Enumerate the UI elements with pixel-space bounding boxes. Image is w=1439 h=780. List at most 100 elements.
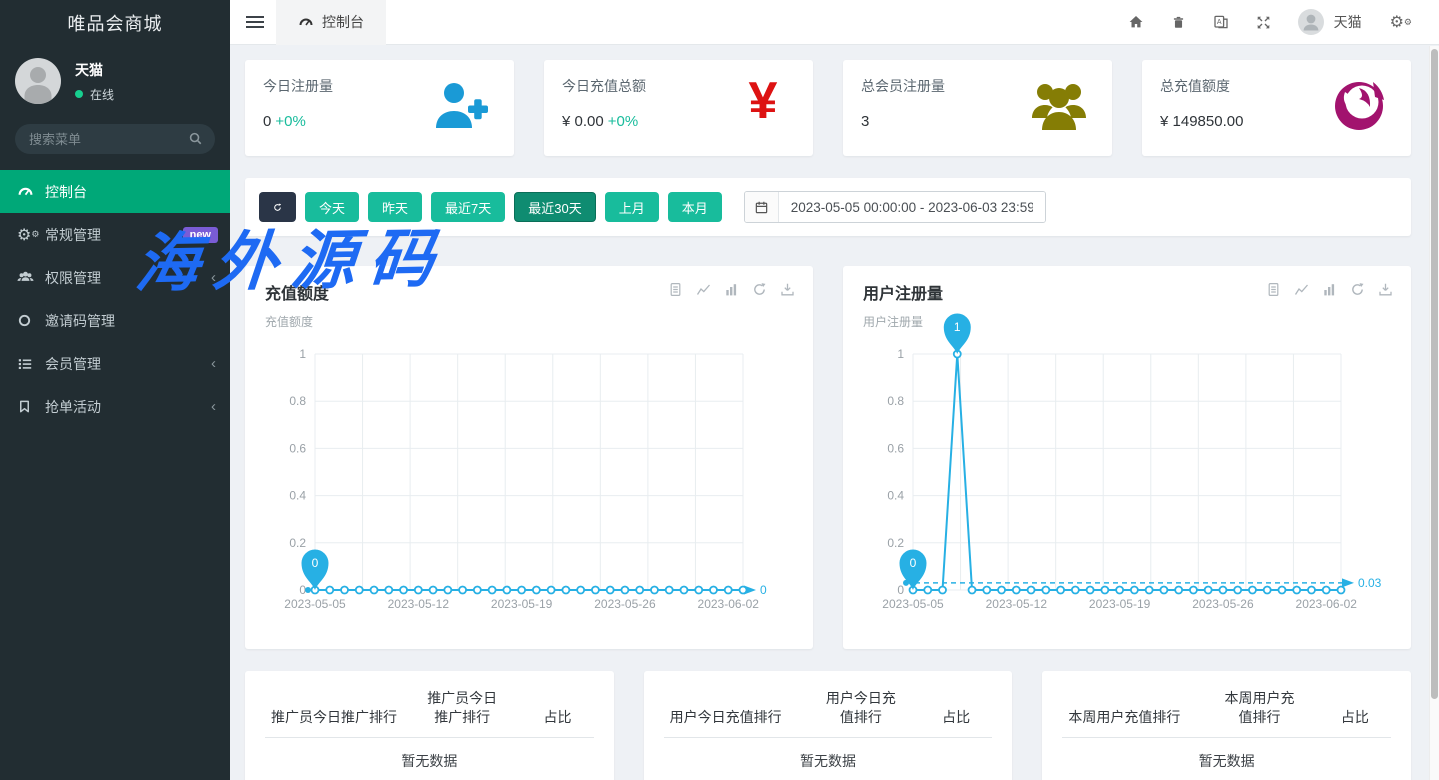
- topbar-user-name: 天猫: [1334, 12, 1362, 32]
- brand-title: 唯品会商城: [0, 0, 230, 48]
- user-plus-icon: [432, 80, 490, 132]
- fullscreen-icon[interactable]: [1256, 15, 1271, 30]
- table-user-recharge-week: 本周用户充值排行 本周用户充值排行 占比 暂无数据: [1042, 671, 1411, 780]
- trash-icon[interactable]: [1171, 15, 1186, 30]
- search-input[interactable]: [15, 124, 215, 154]
- search-icon[interactable]: [188, 131, 203, 146]
- table-user-recharge-today: 用户今日充值排行 用户今日充值排行 占比 暂无数据: [644, 671, 1013, 780]
- calendar-icon[interactable]: [745, 192, 779, 222]
- filter-last7-button[interactable]: 最近7天: [431, 192, 505, 222]
- data-view-icon[interactable]: [1266, 282, 1281, 297]
- sidebar-item-label: 会员管理: [45, 354, 101, 374]
- restore-icon[interactable]: [752, 282, 767, 297]
- charts-row: 充值额度 充值额度 00.20.40.60.812023-05-052023-0…: [245, 266, 1411, 649]
- svg-text:2023-05-12: 2023-05-12: [388, 597, 450, 611]
- svg-text:0.8: 0.8: [887, 394, 904, 408]
- table-promoter-ranking: 推广员今日推广排行 推广员今日推广排行 占比 暂无数据: [245, 671, 614, 780]
- chart-card-registrations: 用户注册量 用户注册量 00.20.40.60.812023-05-052023…: [843, 266, 1411, 649]
- stat-card-total-members: 总会员注册量 3: [843, 60, 1112, 156]
- svg-text:0.6: 0.6: [887, 441, 904, 455]
- sidebar-item-members[interactable]: 会员管理 ‹: [0, 342, 230, 385]
- svg-text:2023-05-26: 2023-05-26: [1192, 597, 1254, 611]
- bar-chart-icon[interactable]: [724, 282, 739, 297]
- svg-text:2023-06-02: 2023-06-02: [1296, 597, 1358, 611]
- recharge-line-chart[interactable]: 00.20.40.60.812023-05-052023-05-122023-0…: [265, 344, 793, 616]
- bar-chart-icon[interactable]: [1322, 282, 1337, 297]
- table-header: 用户今日充值排行: [664, 689, 802, 737]
- filter-last30-button[interactable]: 最近30天: [514, 192, 595, 222]
- registrations-line-chart[interactable]: 00.20.40.60.812023-05-052023-05-122023-0…: [863, 344, 1391, 616]
- tab-dashboard[interactable]: 控制台: [276, 0, 386, 45]
- table-header: 占比: [920, 689, 992, 737]
- topbar-actions: A 天猫 ⚙⚙: [1128, 9, 1439, 35]
- svg-text:2023-06-02: 2023-06-02: [698, 597, 760, 611]
- sidebar-item-invite-codes[interactable]: 邀请码管理: [0, 299, 230, 342]
- svg-text:2023-05-26: 2023-05-26: [594, 597, 656, 611]
- restore-icon[interactable]: [1350, 282, 1365, 297]
- users-icon: [17, 269, 39, 286]
- new-badge: new: [183, 227, 218, 243]
- line-chart-icon[interactable]: [1294, 282, 1309, 297]
- online-dot-icon: [75, 90, 83, 98]
- filter-today-button[interactable]: 今天: [305, 192, 359, 222]
- translate-icon[interactable]: A: [1213, 14, 1229, 30]
- users-group-icon: [1030, 80, 1088, 132]
- chevron-left-icon: ‹: [211, 398, 216, 415]
- avatar: [1298, 9, 1324, 35]
- sidebar-item-label: 权限管理: [45, 268, 101, 288]
- svg-text:0.2: 0.2: [289, 536, 306, 550]
- svg-text:0.03: 0.03: [1358, 576, 1382, 590]
- svg-text:2023-05-05: 2023-05-05: [284, 597, 346, 611]
- table-header: 占比: [1319, 689, 1391, 737]
- sidebar-item-general[interactable]: ⚙⚙ 常规管理 new: [0, 213, 230, 256]
- topbar: 控制台 A 天猫 ⚙⚙: [230, 0, 1439, 45]
- sidebar-item-grab-orders[interactable]: 抢单活动 ‹: [0, 385, 230, 428]
- download-icon[interactable]: [780, 282, 795, 297]
- sidebar-item-label: 常规管理: [45, 225, 101, 245]
- hamburger-menu-icon[interactable]: [246, 13, 264, 31]
- table-header: 本周用户充值排行: [1200, 689, 1318, 737]
- sidebar-item-label: 抢单活动: [45, 397, 101, 417]
- home-icon[interactable]: [1128, 14, 1144, 30]
- sidebar: 唯品会商城 天猫 在线 控制台 ⚙⚙: [0, 0, 230, 780]
- svg-text:1: 1: [954, 320, 961, 334]
- table-header: 本周用户充值排行: [1062, 689, 1200, 737]
- svg-text:0.2: 0.2: [887, 536, 904, 550]
- settings-gears-icon[interactable]: ⚙⚙: [1390, 12, 1412, 32]
- chevron-left-icon: ‹: [211, 355, 216, 372]
- filter-lastmonth-button[interactable]: 上月: [605, 192, 659, 222]
- download-icon[interactable]: [1378, 282, 1393, 297]
- user-status: 在线: [75, 86, 114, 103]
- svg-text:0: 0: [897, 583, 904, 597]
- filter-thismonth-button[interactable]: 本月: [668, 192, 722, 222]
- sidebar-item-permissions[interactable]: 权限管理 ‹: [0, 256, 230, 299]
- topbar-user[interactable]: 天猫: [1298, 9, 1362, 35]
- table-header: 推广员今日推广排行: [265, 689, 403, 737]
- chart-card-recharge: 充值额度 充值额度 00.20.40.60.812023-05-052023-0…: [245, 266, 813, 649]
- sidebar-item-label: 邀请码管理: [45, 311, 115, 331]
- svg-text:0.6: 0.6: [289, 441, 306, 455]
- stat-card-recharge-today: 今日充值总额 ¥ 0.00+0% ¥: [544, 60, 813, 156]
- gauge-icon: [298, 14, 314, 30]
- svg-text:0: 0: [760, 583, 767, 597]
- svg-text:2023-05-19: 2023-05-19: [491, 597, 553, 611]
- chart-subtitle: 用户注册量: [863, 313, 1391, 330]
- stat-card-total-recharge: 总充值额度 ¥ 149850.00: [1142, 60, 1411, 156]
- yen-icon: ¥: [743, 74, 783, 130]
- data-view-icon[interactable]: [668, 282, 683, 297]
- svg-text:2023-05-19: 2023-05-19: [1089, 597, 1151, 611]
- stat-delta: +0%: [275, 113, 305, 130]
- date-range-input[interactable]: [779, 192, 1045, 222]
- date-range-group: [744, 191, 1046, 223]
- svg-text:2023-05-05: 2023-05-05: [882, 597, 944, 611]
- filter-yesterday-button[interactable]: 昨天: [368, 192, 422, 222]
- svg-text:2023-05-12: 2023-05-12: [986, 597, 1048, 611]
- empty-state: 暂无数据: [265, 737, 594, 771]
- line-chart-icon[interactable]: [696, 282, 711, 297]
- refresh-button[interactable]: [259, 192, 296, 222]
- tab-label: 控制台: [322, 12, 364, 32]
- sidebar-item-dashboard[interactable]: 控制台: [0, 170, 230, 213]
- vertical-scrollbar[interactable]: [1429, 46, 1439, 780]
- chart-subtitle: 充值额度: [265, 313, 793, 330]
- scrollbar-thumb[interactable]: [1431, 49, 1438, 699]
